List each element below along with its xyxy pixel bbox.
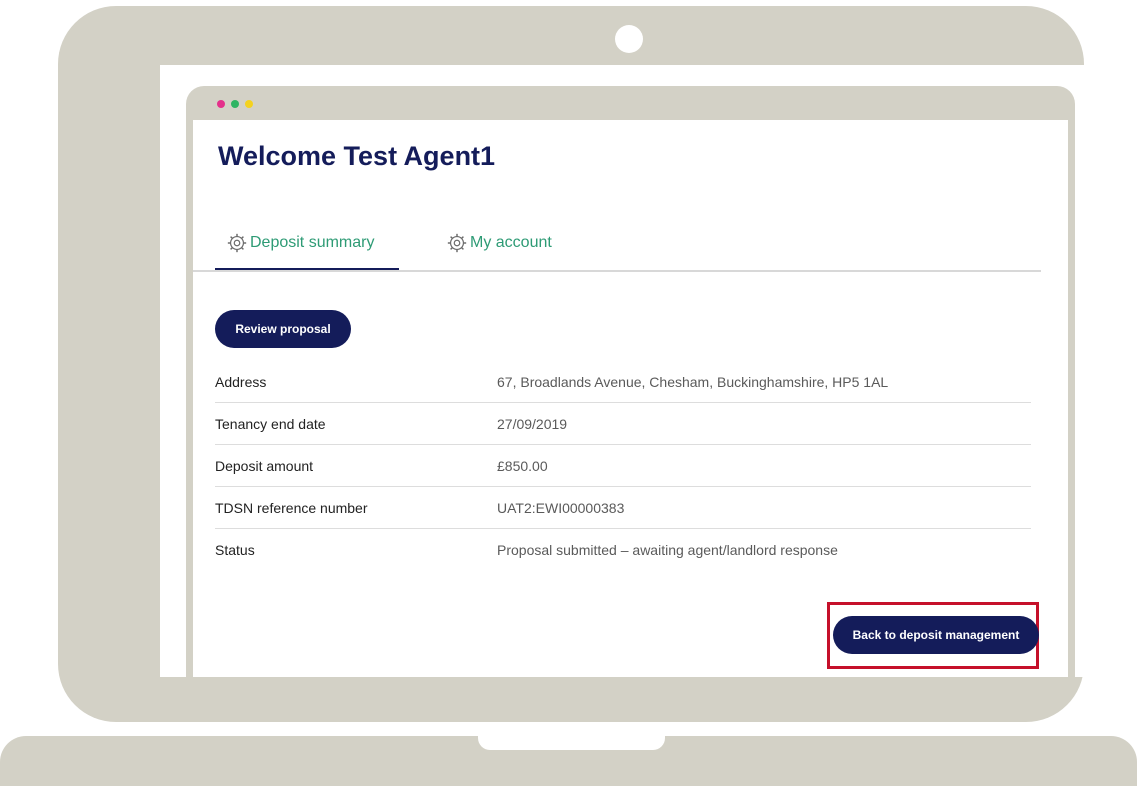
table-row: TDSN reference number UAT2:EWI00000383 bbox=[215, 486, 1031, 529]
table-row: Deposit amount £850.00 bbox=[215, 444, 1031, 487]
row-label: TDSN reference number bbox=[215, 486, 497, 529]
laptop-base-notch bbox=[478, 736, 665, 750]
active-tab-indicator bbox=[215, 268, 399, 270]
row-label: Address bbox=[215, 361, 497, 403]
row-label: Status bbox=[215, 541, 255, 558]
row-value: £850.00 bbox=[497, 444, 1031, 487]
tab-label: Deposit summary bbox=[250, 234, 375, 251]
row-label: Deposit amount bbox=[215, 444, 497, 487]
laptop-frame: Welcome Test Agent1 Deposit summary My a… bbox=[58, 6, 1099, 722]
tab-deposit-summary[interactable]: Deposit summary bbox=[226, 232, 374, 260]
table-row: Tenancy end date 27/09/2019 bbox=[215, 402, 1031, 445]
page-title: Welcome Test Agent1 bbox=[218, 141, 496, 171]
page-content: Welcome Test Agent1 Deposit summary My a… bbox=[193, 120, 1068, 677]
row-value: 27/09/2019 bbox=[497, 402, 1031, 445]
back-to-deposit-management-button[interactable]: Back to deposit management bbox=[833, 616, 1039, 654]
tab-my-account[interactable]: My account bbox=[446, 232, 552, 260]
camera-icon bbox=[615, 25, 643, 53]
maximize-dot-icon[interactable] bbox=[231, 100, 239, 108]
table-row: Status Proposal submitted – awaiting age… bbox=[215, 529, 1031, 571]
deposit-details-table: Address 67, Broadlands Avenue, Chesham, … bbox=[215, 361, 1031, 570]
browser-window: Welcome Test Agent1 Deposit summary My a… bbox=[186, 86, 1075, 677]
row-value: UAT2:EWI00000383 bbox=[497, 486, 1031, 529]
row-value: Proposal submitted – awaiting agent/land… bbox=[497, 541, 838, 558]
minimize-dot-icon[interactable] bbox=[245, 100, 253, 108]
window-controls bbox=[217, 100, 253, 108]
laptop-screen: Welcome Test Agent1 Deposit summary My a… bbox=[160, 65, 1099, 677]
tab-bar: Deposit summary My account bbox=[193, 233, 1041, 272]
gear-icon bbox=[227, 233, 247, 253]
close-dot-icon[interactable] bbox=[217, 100, 225, 108]
row-value: 67, Broadlands Avenue, Chesham, Buckingh… bbox=[497, 361, 1031, 403]
tab-label: My account bbox=[470, 234, 552, 251]
row-label: Tenancy end date bbox=[215, 402, 497, 445]
review-proposal-button[interactable]: Review proposal bbox=[215, 310, 351, 348]
gear-icon bbox=[447, 233, 467, 253]
table-row: Address 67, Broadlands Avenue, Chesham, … bbox=[215, 361, 1031, 403]
